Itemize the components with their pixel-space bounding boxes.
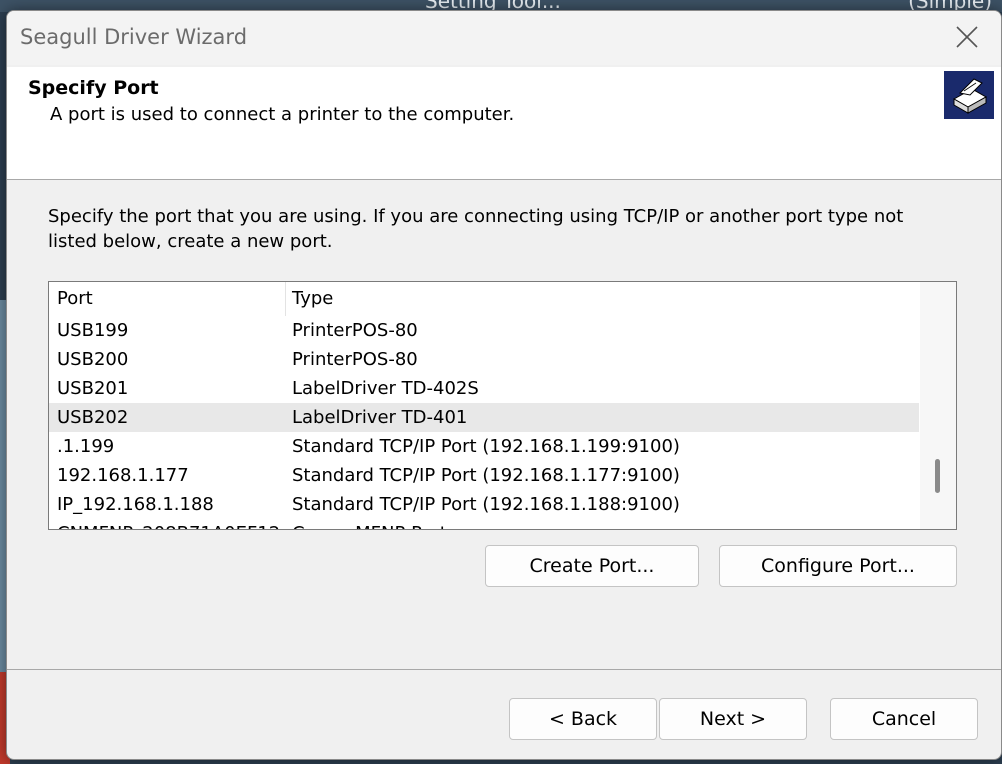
port-list-row[interactable]: USB199 PrinterPOS-80 <box>49 316 919 345</box>
port-list-row[interactable]: USB201 LabelDriver TD-402S <box>49 374 919 403</box>
window-title: Seagull Driver Wizard <box>20 25 248 49</box>
scrollbar-thumb[interactable] <box>935 459 940 493</box>
close-button[interactable] <box>953 23 981 51</box>
cancel-button[interactable]: Cancel <box>830 698 978 740</box>
wizard-header: Specify Port A port is used to connect a… <box>7 67 1001 180</box>
driver-wizard-dialog: Seagull Driver Wizard Specify Port A por… <box>6 10 1002 760</box>
port-name-cell: .1.199 <box>57 436 115 457</box>
port-name-cell: USB200 <box>57 349 129 370</box>
port-type-cell: Canon MFNP Port <box>292 523 447 529</box>
column-header-type[interactable]: Type <box>292 288 333 309</box>
port-list-row[interactable]: CNMFNP_208B71A0EF12 Canon MFNP Port <box>49 519 919 529</box>
port-name-cell: 192.168.1.177 <box>57 465 189 486</box>
close-icon <box>956 26 978 48</box>
port-list-row[interactable]: IP_192.168.1.188 Standard TCP/IP Port (19… <box>49 490 919 519</box>
port-type-cell: LabelDriver TD-401 <box>292 407 468 428</box>
port-name-cell: USB202 <box>57 407 129 428</box>
create-port-button[interactable]: Create Port... <box>485 545 699 587</box>
port-name-cell: IP_192.168.1.188 <box>57 494 214 515</box>
port-type-cell: Standard TCP/IP Port (192.168.1.188:9100… <box>292 494 680 515</box>
port-name-cell: CNMFNP_208B71A0EF12 <box>57 523 280 529</box>
column-header-port[interactable]: Port <box>57 288 93 309</box>
page-title: Specify Port <box>28 77 159 99</box>
port-list-header: Port Type <box>49 282 919 316</box>
title-bar[interactable]: Seagull Driver Wizard <box>7 11 1001 65</box>
port-list-row[interactable]: 192.168.1.177 Standard TCP/IP Port (192.1… <box>49 461 919 490</box>
port-type-cell: PrinterPOS-80 <box>292 320 418 341</box>
port-list-row[interactable]: USB200 PrinterPOS-80 <box>49 345 919 374</box>
back-button[interactable]: < Back <box>509 698 657 740</box>
port-list-row[interactable]: .1.199 Standard TCP/IP Port (192.168.1.19… <box>49 432 919 461</box>
port-list[interactable]: Port Type USB199 PrinterPOS-80 USB200 Print… <box>48 281 957 530</box>
port-type-cell: Standard TCP/IP Port (192.168.1.177:9100… <box>292 465 680 486</box>
port-list-row[interactable]: USB202 LabelDriver TD-401 <box>49 403 919 432</box>
column-divider[interactable] <box>285 282 286 316</box>
printer-icon <box>944 71 994 119</box>
next-button[interactable]: Next > <box>659 698 807 740</box>
vertical-scrollbar[interactable] <box>920 282 956 529</box>
port-name-cell: USB199 <box>57 320 129 341</box>
port-type-cell: Standard TCP/IP Port (192.168.1.199:9100… <box>292 436 680 457</box>
page-subtitle: A port is used to connect a printer to t… <box>50 104 515 125</box>
instructions-text: Specify the port that you are using. If … <box>48 206 904 252</box>
port-list-rows: USB199 PrinterPOS-80 USB200 PrinterPOS-80 US… <box>49 316 919 529</box>
port-type-cell: LabelDriver TD-402S <box>292 378 479 399</box>
footer-divider <box>7 669 1001 670</box>
port-type-cell: PrinterPOS-80 <box>292 349 418 370</box>
port-name-cell: USB201 <box>57 378 129 399</box>
configure-port-button[interactable]: Configure Port... <box>719 545 957 587</box>
